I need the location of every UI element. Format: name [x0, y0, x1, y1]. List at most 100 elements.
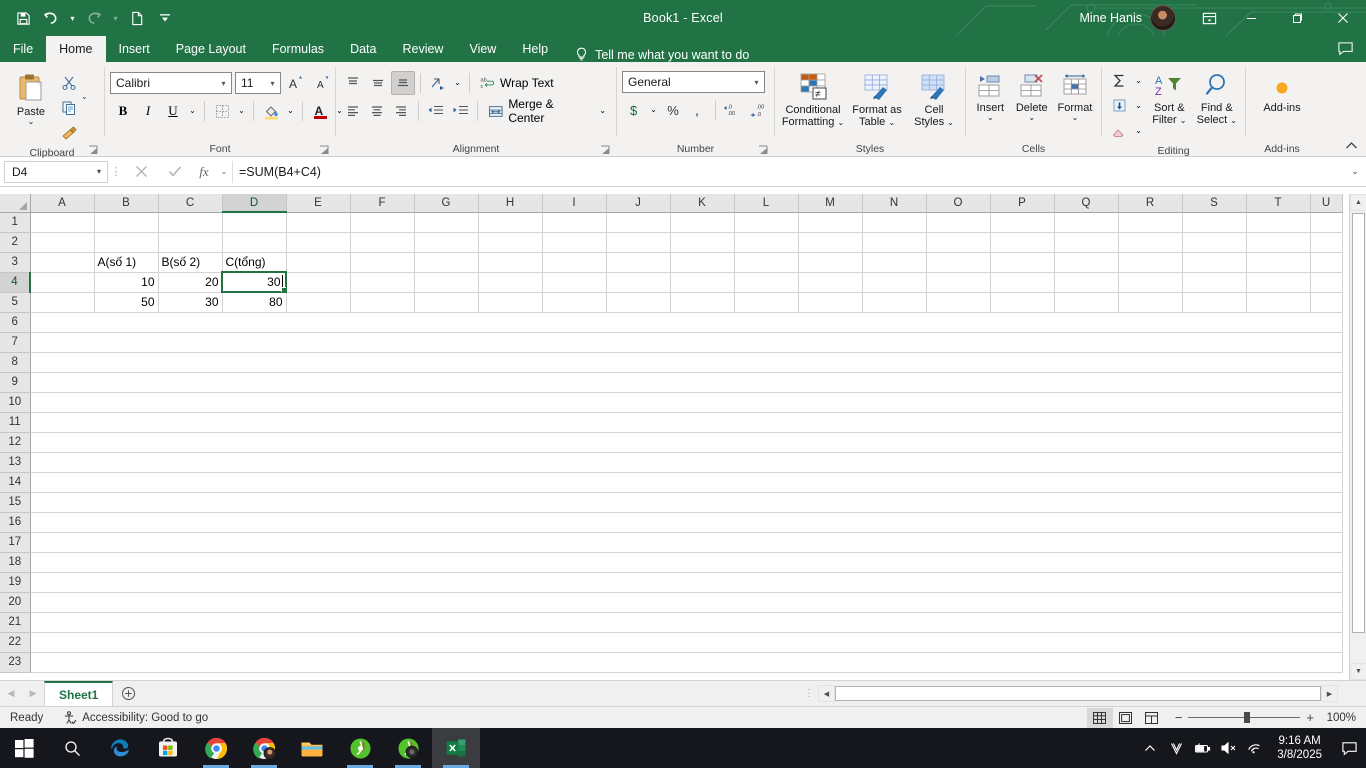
row-header-8[interactable]: 8 — [0, 352, 31, 373]
row-header-4[interactable]: 4 — [0, 272, 31, 293]
row-header-3[interactable]: 3 — [0, 252, 31, 273]
cell-O5[interactable] — [926, 292, 991, 313]
customize-qat-icon[interactable] — [152, 5, 178, 31]
search-icon[interactable] — [48, 728, 96, 768]
select-all-button[interactable] — [0, 194, 31, 213]
row-header-13[interactable]: 13 — [0, 452, 31, 473]
sort-filter-button[interactable]: A Z Sort & Filter ⌄ — [1147, 69, 1192, 126]
cell-B5[interactable]: 50 — [94, 292, 159, 313]
cell-row11[interactable] — [30, 412, 1343, 433]
clipboard-dialog-launcher[interactable] — [88, 145, 99, 156]
cell-O2[interactable] — [926, 232, 991, 253]
cell-Q4[interactable] — [1054, 272, 1119, 293]
row-header-17[interactable]: 17 — [0, 532, 31, 553]
cell-T2[interactable] — [1246, 232, 1311, 253]
split-handle[interactable]: ⋮ — [800, 688, 818, 699]
number-format-select[interactable]: General ▾ — [622, 71, 765, 93]
zoom-thumb[interactable] — [1244, 712, 1251, 723]
paste-button[interactable]: Paste ⌄ — [5, 69, 57, 126]
find-select-button[interactable]: Find & Select ⌄ — [1194, 69, 1240, 126]
cell-K2[interactable] — [670, 232, 735, 253]
redo-icon[interactable] — [81, 5, 107, 31]
row-header-16[interactable]: 16 — [0, 512, 31, 533]
row-header-10[interactable]: 10 — [0, 392, 31, 413]
excel-icon[interactable] — [432, 728, 480, 768]
autosum-button[interactable] — [1107, 69, 1131, 93]
tab-file[interactable]: File — [0, 36, 46, 62]
cell-E2[interactable] — [286, 232, 351, 253]
row-header-23[interactable]: 23 — [0, 652, 31, 673]
format-as-table-button[interactable]: Format as Table ⌄ — [848, 69, 906, 128]
cell-O4[interactable] — [926, 272, 991, 293]
accessibility-status[interactable]: Accessibility: Good to go — [53, 707, 218, 729]
font-name-input[interactable]: Calibri ▾ — [110, 72, 232, 94]
cell-R3[interactable] — [1118, 252, 1183, 273]
zoom-in-button[interactable]: + — [1306, 710, 1314, 725]
name-box-dropdown-icon[interactable]: ▾ — [91, 167, 107, 176]
cell-M1[interactable] — [798, 212, 863, 233]
cell-A3[interactable] — [30, 252, 95, 273]
start-button[interactable] — [0, 728, 48, 768]
column-header-M[interactable]: M — [798, 194, 863, 213]
expand-formula-bar-icon[interactable]: ⌄ — [1344, 166, 1366, 177]
cell-row22[interactable] — [30, 632, 1343, 653]
middle-align-button[interactable] — [366, 71, 390, 95]
store-icon[interactable] — [144, 728, 192, 768]
network-icon[interactable] — [1241, 728, 1267, 768]
format-cells-button[interactable]: Format ⌄ — [1054, 69, 1096, 122]
insert-cells-dropdown-icon[interactable]: ⌄ — [987, 114, 994, 122]
cell-I5[interactable] — [542, 292, 607, 313]
cell-row14[interactable] — [30, 472, 1343, 493]
formula-history-dropdown-icon[interactable]: ⌄ — [216, 161, 232, 183]
cell-C3[interactable]: B(số 2) — [158, 252, 223, 273]
decrease-font-size-button[interactable]: A — [311, 71, 335, 95]
cell-I4[interactable] — [542, 272, 607, 293]
cell-M2[interactable] — [798, 232, 863, 253]
fill-color-dropdown-icon[interactable]: ⌄ — [284, 99, 297, 123]
row-header-11[interactable]: 11 — [0, 412, 31, 433]
formula-bar-grip[interactable]: ⋮ — [108, 165, 124, 178]
cell-M4[interactable] — [798, 272, 863, 293]
battery-icon[interactable] — [1189, 728, 1215, 768]
cell-F3[interactable] — [350, 252, 415, 273]
cell-K4[interactable] — [670, 272, 735, 293]
cell-row21[interactable] — [30, 612, 1343, 633]
vertical-scroll-thumb[interactable] — [1352, 213, 1365, 633]
cut-button[interactable] — [57, 71, 81, 95]
cell-styles-button[interactable]: Cell Styles ⌄ — [908, 69, 960, 128]
ribbon-display-options-icon[interactable] — [1190, 0, 1228, 36]
cell-B3[interactable]: A(số 1) — [94, 252, 159, 273]
cell-T1[interactable] — [1246, 212, 1311, 233]
column-header-Q[interactable]: Q — [1054, 194, 1119, 213]
undo-icon[interactable] — [38, 5, 64, 31]
cell-row13[interactable] — [30, 452, 1343, 473]
cell-R1[interactable] — [1118, 212, 1183, 233]
avatar[interactable] — [1150, 5, 1176, 31]
zoom-track[interactable] — [1188, 712, 1301, 723]
cell-P2[interactable] — [990, 232, 1055, 253]
close-button[interactable] — [1320, 0, 1366, 36]
accounting-dropdown-icon[interactable]: ⌄ — [647, 98, 660, 122]
cell-row8[interactable] — [30, 352, 1343, 373]
cell-S5[interactable] — [1182, 292, 1247, 313]
minimize-button[interactable] — [1228, 0, 1274, 36]
tab-data[interactable]: Data — [337, 36, 389, 62]
cell-S3[interactable] — [1182, 252, 1247, 273]
cell-A2[interactable] — [30, 232, 95, 253]
sheet-tab-sheet1[interactable]: Sheet1 — [44, 681, 114, 706]
column-header-B[interactable]: B — [94, 194, 159, 213]
cell-row10[interactable] — [30, 392, 1343, 413]
delete-cells-button[interactable]: Delete ⌄ — [1012, 69, 1052, 122]
show-hidden-icons-icon[interactable] — [1137, 728, 1163, 768]
clock[interactable]: 9:16 AM 3/8/2025 — [1267, 734, 1332, 762]
cell-I3[interactable] — [542, 252, 607, 273]
autosum-dropdown-icon[interactable]: ⌄ — [1132, 69, 1145, 93]
scroll-up-button[interactable]: ▲ — [1350, 194, 1366, 211]
fill-color-button[interactable] — [259, 99, 283, 123]
center-button[interactable] — [365, 99, 388, 123]
tab-formulas[interactable]: Formulas — [259, 36, 337, 62]
cell-P3[interactable] — [990, 252, 1055, 273]
cell-row6[interactable] — [30, 312, 1343, 333]
cell-H1[interactable] — [478, 212, 543, 233]
borders-dropdown-icon[interactable]: ⌄ — [235, 99, 248, 123]
